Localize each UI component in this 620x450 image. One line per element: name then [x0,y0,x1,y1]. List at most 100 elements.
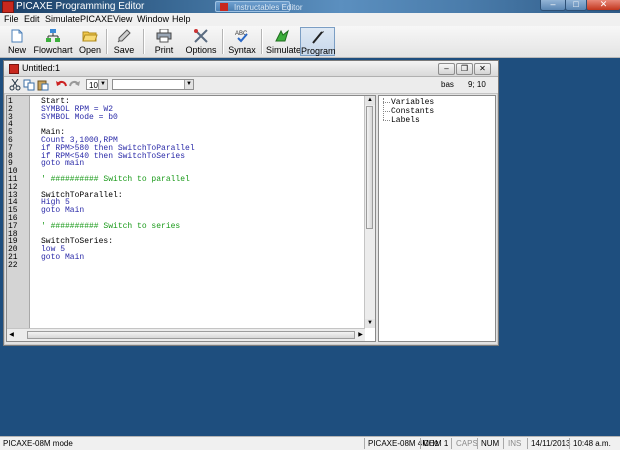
code-line: goto Main [41,253,85,262]
document-window: Untitled:1 – ❐ ✕ 10 ▼ ▼ bas 9; 10 123456… [3,60,499,346]
new-document-icon [11,29,23,43]
status-caps: CAPS [456,439,478,448]
taskbar-window-tab-label: Instructables Editor [234,3,303,12]
status-divider [420,438,421,449]
undo-icon[interactable] [55,79,67,91]
line-number-gutter: 1 2 3 4 5 6 7 8 9 10 11 12 13 14 15 16 17 18 19 20 21 22 [7,96,30,328]
menu-bar: File Edit Simulate PICAXE View Window He… [0,13,620,26]
close-button[interactable]: ✕ [586,0,620,11]
syntax-button[interactable]: ABC Syntax [228,27,256,56]
abc-check-icon: ABC [235,31,248,43]
copy-icon[interactable] [23,79,35,91]
tree-line [383,111,390,113]
code-line: SYMBOL Mode = b0 [41,112,118,122]
status-ins: INS [508,439,522,448]
flowchart-button[interactable]: Flowchart [33,27,73,56]
doc-minimize-button[interactable]: – [438,63,455,75]
toolbar-separator [261,29,263,54]
save-button-label: Save [113,45,135,55]
menu-view[interactable]: View [113,13,132,26]
vertical-scrollbar[interactable]: ▲ ▼ [364,96,375,328]
simulate-icon [275,29,289,42]
vertical-scroll-thumb[interactable] [366,106,373,229]
menu-edit[interactable]: Edit [24,13,40,26]
horizontal-scroll-thumb[interactable] [27,331,355,339]
minimize-icon: – [550,0,556,9]
flowchart-icon [46,29,60,42]
tree-item-labels[interactable]: Labels [391,116,420,125]
code-line: ' ########## Switch to series [41,221,181,231]
line-number: 22 [8,260,18,270]
status-divider [364,438,365,449]
scroll-right-icon[interactable]: ▶ [356,330,365,340]
new-button-label: New [7,45,26,55]
syntax-button-label: Syntax [228,45,256,55]
options-button-label: Options [185,45,217,55]
file-mode-indicator: bas [441,80,454,89]
close-icon: ✕ [479,64,486,73]
scroll-down-icon[interactable]: ▼ [365,319,375,328]
print-button[interactable]: Print [150,27,178,56]
open-button[interactable]: Open [77,27,103,56]
app-icon [220,3,228,11]
chevron-down-icon[interactable]: ▼ [98,80,107,89]
tools-icon [194,29,208,43]
program-button[interactable]: Program [300,27,336,56]
simulate-button-label: Simulate [266,45,302,55]
document-icon[interactable] [9,64,19,74]
menu-picaxe[interactable]: PICAXE [80,13,113,26]
tree-item-constants[interactable]: Constants [391,107,434,116]
horizontal-scrollbar[interactable]: ◀ ▶ [7,328,365,341]
new-button[interactable]: New [3,27,31,56]
close-icon: ✕ [599,0,608,9]
symbol-tree: Variables Constants Labels [378,95,496,342]
cut-icon[interactable] [9,79,21,91]
code-editor[interactable]: 1 2 3 4 5 6 7 8 9 10 11 12 13 14 15 16 17 18 19 20 21 22 Star… [6,95,376,342]
doc-close-button[interactable]: ✕ [474,63,491,75]
redo-icon[interactable] [69,79,81,91]
minimize-icon: – [444,64,449,73]
menu-window[interactable]: Window [137,13,169,26]
font-size-select[interactable]: 10 ▼ [86,79,108,90]
printer-icon [156,29,172,43]
font-size-value: 10 [89,81,98,90]
tree-item-variables[interactable]: Variables [391,98,434,107]
options-button[interactable]: Options [184,27,218,56]
chevron-down-icon[interactable]: ▼ [184,80,193,89]
tree-line [383,102,390,104]
program-button-label: Program [301,46,336,56]
menu-simulate[interactable]: Simulate [45,13,80,26]
app-icon[interactable] [2,1,14,13]
minimize-button[interactable]: – [540,0,566,11]
scroll-up-icon[interactable]: ▲ [365,96,375,105]
doc-restore-button[interactable]: ❐ [456,63,473,75]
tree-line [383,120,390,122]
flowchart-button-label: Flowchart [33,45,73,55]
window-title: PICAXE Programming Editor [16,1,145,12]
document-title: Untitled:1 [22,63,61,73]
toolbar-separator [143,29,145,54]
code-area[interactable]: Start: SYMBOL RPM = W2 SYMBOL Mode = b0 Mai… [41,96,361,328]
code-line: goto Main [41,206,85,216]
taskbar-window-tab[interactable]: Instructables Editor [215,1,302,12]
menu-file[interactable]: File [4,13,19,26]
font-name-select[interactable]: ▼ [112,79,194,90]
scroll-left-icon[interactable]: ◀ [7,330,16,340]
status-divider [527,438,528,449]
document-title-bar: Untitled:1 – ❐ ✕ [4,61,498,77]
simulate-button[interactable]: Simulate [266,27,302,56]
status-divider [451,438,452,449]
edit-toolbar: 10 ▼ ▼ bas 9; 10 [4,77,498,94]
menu-help[interactable]: Help [172,13,191,26]
save-button[interactable]: Save [111,27,137,56]
code-line: ' ########## Switch to parallel [41,175,190,184]
code-line: goto main [41,159,85,169]
maximize-button[interactable]: □ [565,0,587,11]
status-divider [569,438,570,449]
status-bar: PICAXE-08M mode PICAXE-08M 4MHz COM 1 CA… [0,436,620,450]
program-icon [311,31,324,44]
status-divider [477,438,478,449]
cursor-position: 9; 10 [468,80,486,89]
restore-icon: ❐ [460,64,469,73]
paste-icon[interactable] [37,79,49,91]
